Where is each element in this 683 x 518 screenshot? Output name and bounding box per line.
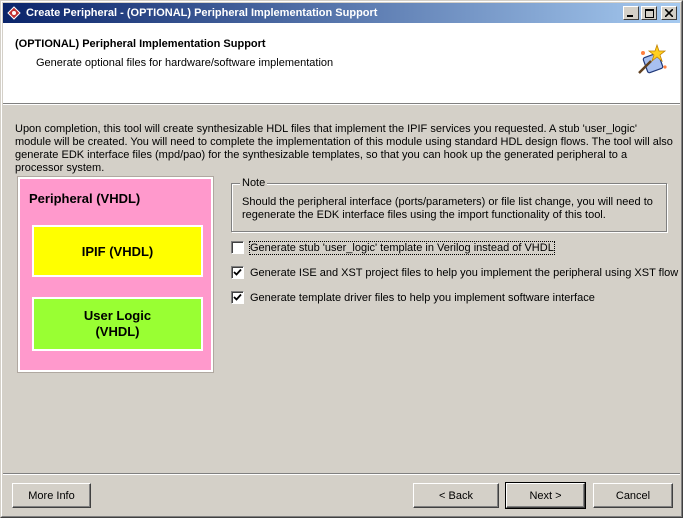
maximize-icon <box>644 8 654 18</box>
verilog-stub-checkbox[interactable] <box>231 241 244 254</box>
cancel-button[interactable]: Cancel <box>593 483 673 508</box>
verilog-stub-label[interactable]: Generate stub 'user_logic' template in V… <box>249 240 555 255</box>
ipif-box: IPIF (VHDL) <box>32 225 203 277</box>
window-title: Create Peripheral - (OPTIONAL) Periphera… <box>26 7 378 19</box>
user-logic-box: User Logic (VHDL) <box>32 297 203 351</box>
create-peripheral-window: Create Peripheral - (OPTIONAL) Periphera… <box>0 0 683 518</box>
ipif-label: IPIF (VHDL) <box>81 243 154 259</box>
wizard-header: (OPTIONAL) Peripheral Implementation Sup… <box>3 23 680 103</box>
app-icon <box>6 5 22 21</box>
more-info-button[interactable]: More Info <box>12 483 91 508</box>
next-button[interactable]: Next > <box>505 482 586 509</box>
note-text: Should the peripheral interface (ports/p… <box>242 196 653 221</box>
driver-files-label[interactable]: Generate template driver files to help y… <box>250 292 595 304</box>
peripheral-diagram: Peripheral (VHDL) IPIF (VHDL) User Logic… <box>17 176 214 373</box>
intro-text: Upon completion, this tool will create s… <box>15 123 673 174</box>
maximize-button[interactable] <box>641 6 657 20</box>
page-subtitle: Generate optional files for hardware/sof… <box>36 57 334 69</box>
checkmark-icon <box>233 268 242 276</box>
driver-files-option[interactable]: Generate template driver files to help y… <box>231 291 595 304</box>
peripheral-box: Peripheral (VHDL) IPIF (VHDL) User Logic… <box>17 176 214 373</box>
wizard-wand-icon <box>635 43 669 77</box>
minimize-button[interactable] <box>623 6 639 20</box>
ise-xst-label[interactable]: Generate ISE and XST project files to he… <box>250 267 678 279</box>
header-divider <box>3 103 680 105</box>
close-icon <box>665 9 673 17</box>
close-button[interactable] <box>661 6 677 20</box>
ise-xst-option[interactable]: Generate ISE and XST project files to he… <box>231 266 678 279</box>
user-logic-label-line1: User Logic <box>83 308 152 323</box>
checkmark-icon <box>233 293 242 301</box>
note-groupbox: Note Should the peripheral interface (po… <box>231 177 667 232</box>
driver-files-checkbox[interactable] <box>231 291 244 304</box>
minimize-icon <box>627 15 633 17</box>
user-logic-label-line2: (VHDL) <box>95 324 140 339</box>
verilog-stub-option[interactable]: Generate stub 'user_logic' template in V… <box>231 240 555 255</box>
page-title: (OPTIONAL) Peripheral Implementation Sup… <box>15 38 266 50</box>
footer-divider <box>3 473 680 475</box>
title-bar[interactable]: Create Peripheral - (OPTIONAL) Periphera… <box>3 3 680 23</box>
note-legend: Note <box>240 177 268 189</box>
back-button[interactable]: < Back <box>413 483 499 508</box>
ise-xst-checkbox[interactable] <box>231 266 244 279</box>
peripheral-label: Peripheral (VHDL) <box>29 191 141 206</box>
